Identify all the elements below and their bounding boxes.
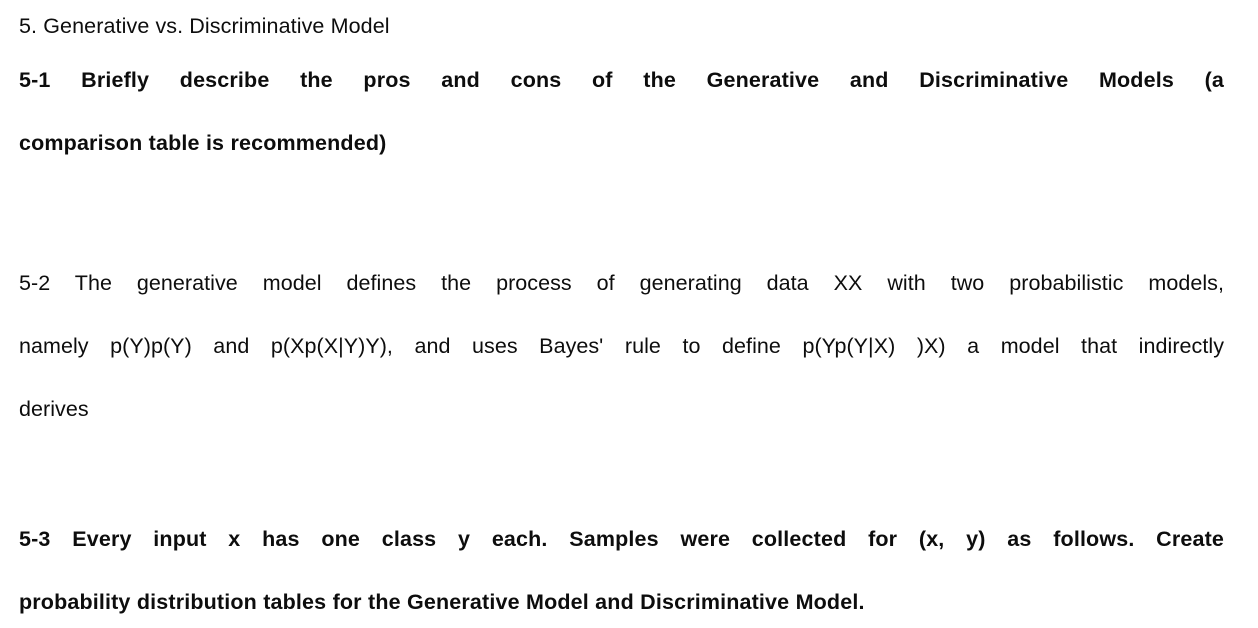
answer-space-5-2 xyxy=(19,426,1224,524)
question-5-2-line-2: namely p(Y)p(Y) and p(Xp(X|Y)Y), and use… xyxy=(19,333,1224,358)
question-5-2-line-1: 5-2 The generative model defines the pro… xyxy=(19,270,1224,295)
answer-space-5-1 xyxy=(19,160,1224,268)
document-page: 5. Generative vs. Discriminative Model 5… xyxy=(0,0,1258,628)
question-5-1: 5-1 Briefly describe the pros and cons o… xyxy=(19,65,1224,160)
question-5-2-line-3: derives xyxy=(19,396,89,421)
question-5-2: 5-2 The generative model defines the pro… xyxy=(19,268,1224,426)
question-5-1-line-1: 5-1 Briefly describe the pros and cons o… xyxy=(19,67,1224,92)
question-5-3: 5-3 Every input x has one class y each. … xyxy=(19,524,1224,619)
heading-spacer xyxy=(19,41,1224,65)
section-heading: 5. Generative vs. Discriminative Model xyxy=(19,14,390,38)
question-5-1-line-2: comparison table is recommended) xyxy=(19,130,387,155)
question-5-3-line-1: 5-3 Every input x has one class y each. … xyxy=(19,526,1224,551)
question-5-3-line-2: probability distribution tables for the … xyxy=(19,589,865,614)
